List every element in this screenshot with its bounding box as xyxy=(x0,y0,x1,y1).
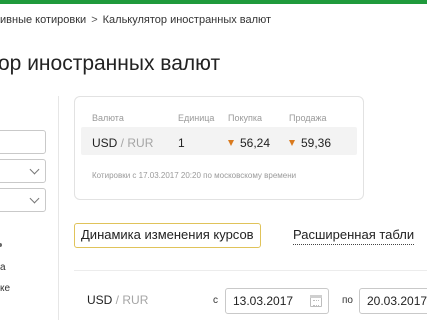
date-to-label: по xyxy=(342,295,353,306)
sell-value: 59,36 xyxy=(301,136,332,150)
breadcrumb: ивные котировки > Калькулятор иностранных … xyxy=(0,14,271,30)
filter-input[interactable] xyxy=(0,130,46,154)
rates-card: Валюта Единица Покупка Продажа USD / RUR… xyxy=(74,96,364,200)
breadcrumb-separator: > xyxy=(91,14,98,26)
tab-rate-dynamics[interactable]: Динамика изменения курсов xyxy=(74,223,261,248)
sell-rate: 59,36 xyxy=(289,136,331,150)
header-currency: Валюта xyxy=(92,113,124,123)
chevron-down-icon xyxy=(29,193,40,204)
buy-value: 56,24 xyxy=(240,136,271,150)
currency-base: USD xyxy=(92,136,118,150)
panel-divider xyxy=(58,96,59,320)
date-from-value: 13.03.2017 xyxy=(233,294,294,308)
currency-quote: RUR xyxy=(127,136,154,150)
quote-timestamp-note: Котировки с 17.03.2017 20:20 по московск… xyxy=(92,171,297,180)
top-accent-bar xyxy=(0,0,427,4)
header-buy: Покупка xyxy=(228,113,263,123)
pair-separator: / xyxy=(112,293,123,307)
breadcrumb-item-quotes[interactable]: ивные котировки xyxy=(0,14,86,26)
currency-pair: USD / RUR xyxy=(92,136,153,150)
trend-down-icon xyxy=(228,140,234,146)
breadcrumb-item-current: Калькулятор иностранных валют xyxy=(102,14,272,26)
filter-select-1[interactable] xyxy=(0,159,46,183)
trend-down-icon xyxy=(289,140,295,146)
header-sell: Продажа xyxy=(289,113,327,123)
date-from-input[interactable]: 13.03.2017 xyxy=(225,288,329,314)
date-from-label: с xyxy=(213,295,218,306)
date-to-input[interactable]: 20.03.2017 xyxy=(359,288,427,314)
filter-option-label[interactable]: а xyxy=(0,262,6,273)
page-title: ор иностранных валют xyxy=(0,52,221,75)
filter-option-label[interactable]: ке xyxy=(0,283,10,294)
pair-base: USD xyxy=(87,293,113,307)
header-unit: Единица xyxy=(178,113,215,123)
dynamics-currency-pair: USD / RUR xyxy=(87,293,148,307)
bullet-dot xyxy=(0,243,2,247)
buy-rate: 56,24 xyxy=(228,136,270,150)
pair-quote: RUR xyxy=(122,293,149,307)
unit-value: 1 xyxy=(178,136,185,150)
calendar-icon[interactable] xyxy=(310,295,322,307)
section-divider xyxy=(74,270,427,271)
currency-separator: / xyxy=(117,136,128,150)
chevron-down-icon xyxy=(29,164,40,175)
date-to-value: 20.03.2017 xyxy=(367,294,427,308)
filter-select-2[interactable] xyxy=(0,188,46,212)
tab-extended-table[interactable]: Расширенная табли xyxy=(293,226,415,245)
